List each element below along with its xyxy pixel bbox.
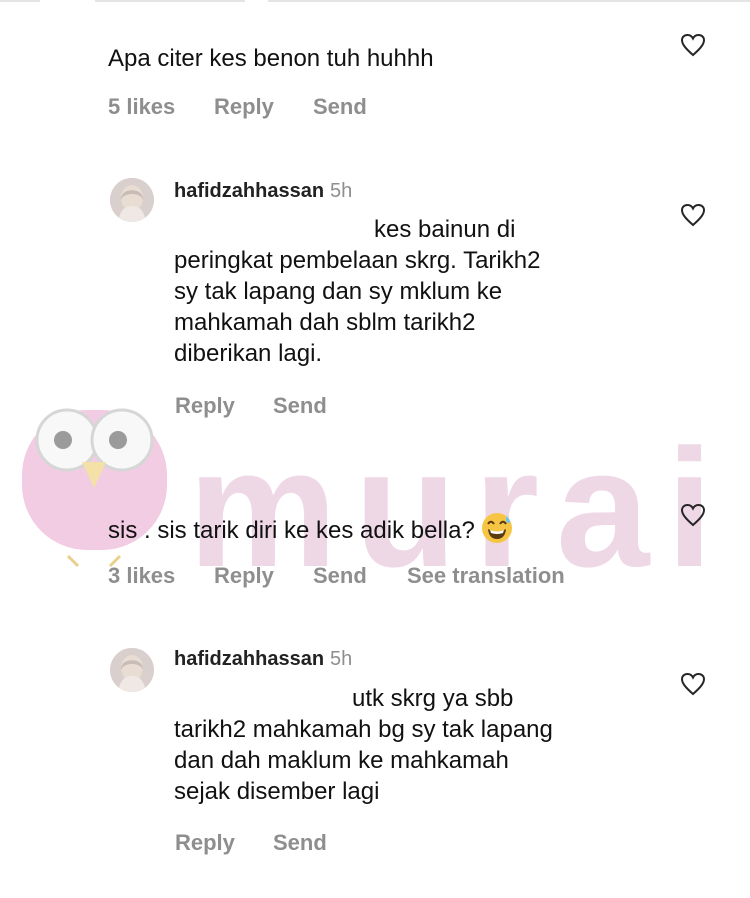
send-button[interactable]: Send — [273, 393, 327, 419]
reply-line: dan dah maklum ke mahkamah — [174, 747, 509, 774]
reply-line: diberikan lagi. — [174, 340, 323, 367]
send-button[interactable]: Send — [273, 830, 327, 856]
comment-1-text: Apa citer kes benon tuh huhhh — [108, 45, 434, 72]
reply-line: mahkamah dah sblm tarikh2 — [174, 309, 476, 336]
reply-2-username[interactable]: hafidzahhassan 5h — [174, 648, 352, 671]
reply-2-text: utk skrg ya sbb tarikh2 mahkamah bg sy t… — [174, 683, 553, 807]
reply-button[interactable]: Reply — [175, 393, 235, 419]
grinning-sweat-emoji-icon — [481, 513, 512, 543]
reply-1-username[interactable]: hafidzahhassan 5h — [174, 180, 352, 203]
timestamp: 5h — [330, 180, 353, 202]
reply-button[interactable]: Reply — [214, 563, 274, 589]
like-heart-icon[interactable] — [680, 672, 706, 696]
send-button[interactable]: Send — [313, 563, 367, 589]
reply-line: sy tak lapang dan sy mklum ke — [174, 278, 503, 305]
reply-line: kes bainun di — [374, 216, 516, 243]
username[interactable]: hafidzahhassan — [174, 180, 324, 202]
like-heart-icon[interactable] — [680, 503, 706, 527]
comment-2-message: sis . sis tarik diri ke kes adik bella? — [108, 517, 475, 544]
username[interactable]: hafidzahhassan — [174, 648, 324, 670]
reply-button[interactable]: Reply — [214, 94, 274, 120]
reply-line: tarikh2 mahkamah bg sy tak lapang — [174, 716, 553, 743]
reply-line: utk skrg ya sbb — [352, 685, 514, 712]
like-heart-icon[interactable] — [680, 203, 706, 227]
see-translation-link[interactable]: See translation — [407, 563, 565, 589]
reply-line: peringkat pembelaan skrg. Tarikh2 — [174, 247, 541, 274]
top-divider-mid — [95, 0, 245, 2]
likes-count[interactable]: 3 likes — [108, 563, 175, 589]
reply-1-text: kes bainun di peringkat pembelaan skrg. … — [174, 214, 540, 369]
likes-count[interactable]: 5 likes — [108, 94, 175, 120]
reply-button[interactable]: Reply — [175, 830, 235, 856]
top-divider-right — [268, 0, 750, 2]
avatar-image — [110, 648, 154, 692]
avatar-image — [110, 178, 154, 222]
send-button[interactable]: Send — [313, 94, 367, 120]
timestamp: 5h — [330, 648, 353, 670]
reply-line: sejak disember lagi — [174, 778, 380, 805]
avatar[interactable] — [110, 648, 154, 692]
comment-2-text: sis . sis tarik diri ke kes adik bella? — [108, 512, 513, 547]
like-heart-icon[interactable] — [680, 33, 706, 57]
avatar[interactable] — [110, 178, 154, 222]
top-divider-left — [0, 0, 40, 2]
